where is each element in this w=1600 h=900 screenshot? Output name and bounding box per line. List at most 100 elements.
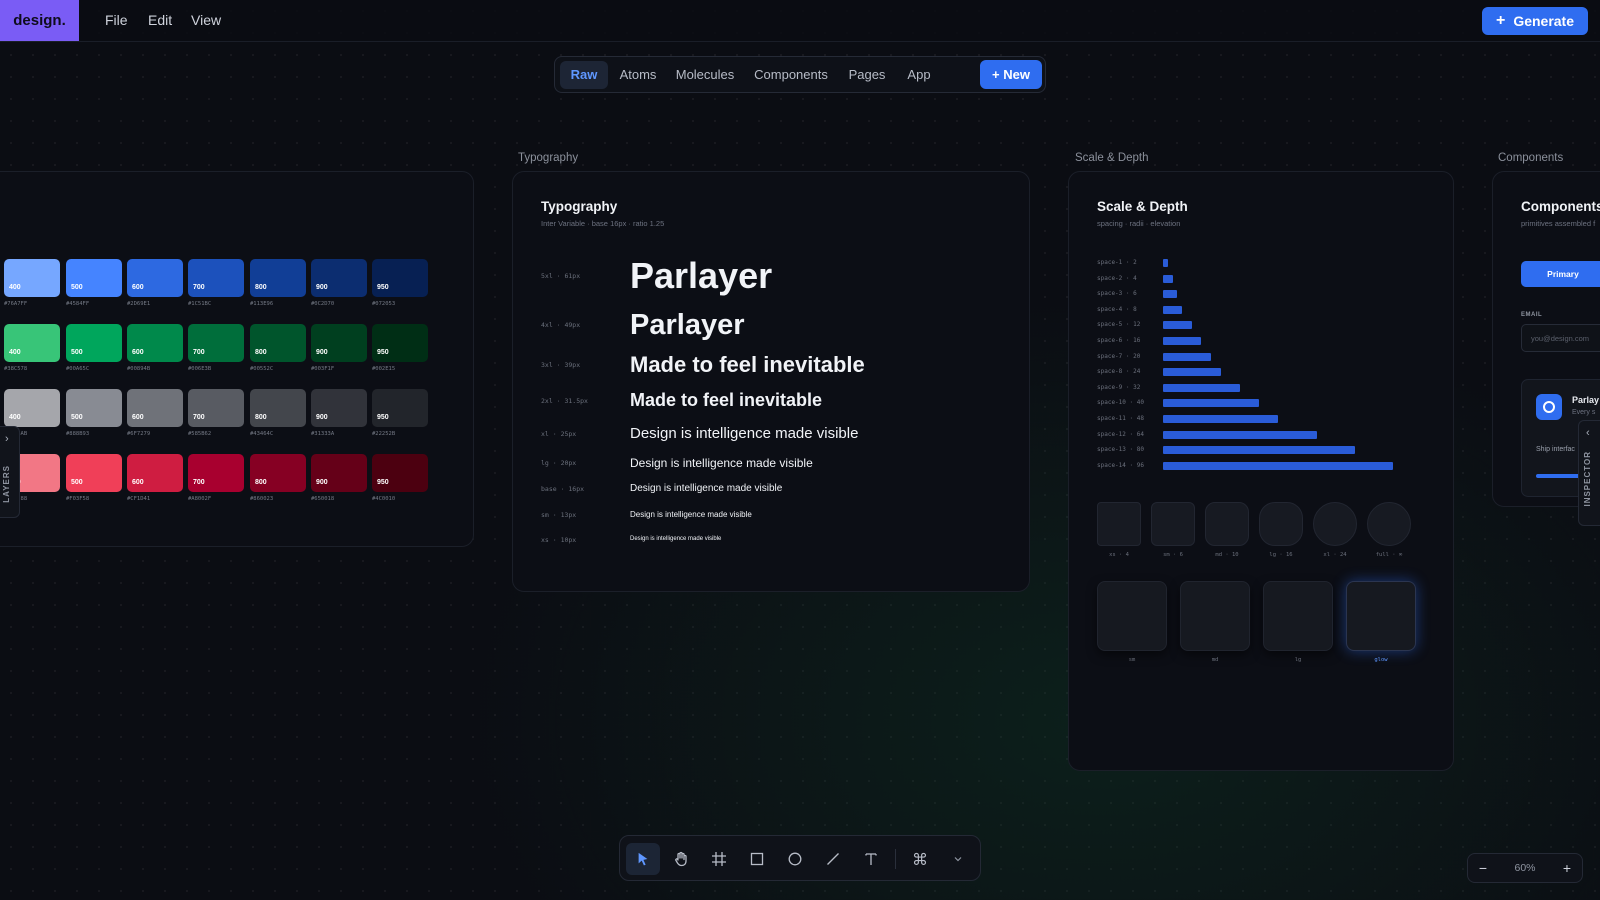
color-swatch[interactable]: 950 <box>372 454 428 492</box>
frame-label-scale[interactable]: Scale & Depth <box>1075 152 1149 164</box>
cursor-icon <box>638 852 648 866</box>
swatch-shade: 700 <box>193 284 205 291</box>
chevron-right-icon: › <box>5 433 9 445</box>
swatch-shade: 900 <box>316 284 328 291</box>
color-swatch[interactable]: 700 <box>188 454 244 492</box>
swatch-shade: 700 <box>193 414 205 421</box>
spacing-bar <box>1163 399 1259 407</box>
type-size-label: xs · 10px <box>541 536 577 544</box>
hand-icon <box>675 851 687 867</box>
scale-frame[interactable]: Scale & Depth spacing · radii · elevatio… <box>1068 171 1454 771</box>
color-swatch[interactable]: 800 <box>250 454 306 492</box>
radius-sample[interactable] <box>1205 502 1249 546</box>
swatch-hex: #002E15 <box>372 366 396 372</box>
generate-label: Generate <box>1513 13 1575 29</box>
zoom-out-button[interactable]: − <box>1468 854 1498 882</box>
tab-pages[interactable]: Pages <box>840 61 894 89</box>
tab-components[interactable]: Components <box>746 61 836 89</box>
elevation-sample[interactable] <box>1180 581 1250 651</box>
swatch-hex: #006E3B <box>188 366 212 372</box>
generate-button[interactable]: + Generate <box>1482 7 1588 35</box>
tab-raw[interactable]: Raw <box>560 61 608 89</box>
swatch-hex: #4584FF <box>66 301 90 307</box>
color-swatch[interactable]: 400 <box>4 259 60 297</box>
swatch-shade: 900 <box>316 414 328 421</box>
color-swatch[interactable]: 900 <box>311 389 367 427</box>
color-swatch[interactable]: 900 <box>311 259 367 297</box>
cursor-tool[interactable] <box>626 843 660 875</box>
color-swatch[interactable]: 600 <box>127 389 183 427</box>
swatch-hex: #650018 <box>311 496 335 502</box>
swatch-hex: #6F7279 <box>127 431 151 437</box>
elevation-sample[interactable] <box>1346 581 1416 651</box>
layers-panel-toggle[interactable]: › LAYERS <box>0 426 20 518</box>
app-logo[interactable]: design. <box>0 0 79 41</box>
email-input[interactable]: you@design.com <box>1521 324 1600 352</box>
rectangle-tool[interactable] <box>740 843 774 875</box>
radius-sample[interactable] <box>1097 502 1141 546</box>
swatch-shade: 600 <box>132 284 144 291</box>
typography-title: Typography <box>541 199 618 214</box>
type-sample: Design is intelligence made visible <box>630 425 859 442</box>
color-swatch[interactable]: 800 <box>250 324 306 362</box>
elevation-sample[interactable] <box>1263 581 1333 651</box>
type-sample: Made to feel inevitable <box>630 352 865 377</box>
color-swatch[interactable]: 800 <box>250 259 306 297</box>
color-swatch[interactable]: 900 <box>311 324 367 362</box>
spacing-label: space-5 · 12 <box>1097 321 1141 328</box>
primary-button[interactable]: Primary <box>1521 261 1600 287</box>
text-tool[interactable] <box>854 843 888 875</box>
color-swatch[interactable]: 700 <box>188 389 244 427</box>
color-swatch[interactable]: 600 <box>127 454 183 492</box>
radius-sample[interactable] <box>1313 502 1357 546</box>
colors-frame[interactable]: 400 #76A7FF 500 #4584FF 600 #2D69E1 700 #1C51BC… <box>0 171 474 547</box>
color-swatch[interactable]: 600 <box>127 324 183 362</box>
type-sample: Parlayer <box>630 309 745 341</box>
radius-sample[interactable] <box>1259 502 1303 546</box>
level-tabs: Raw Atoms Molecules Components Pages App… <box>554 56 1046 93</box>
ellipse-tool[interactable] <box>778 843 812 875</box>
color-swatch[interactable]: 700 <box>188 259 244 297</box>
color-swatch[interactable]: 900 <box>311 454 367 492</box>
zoom-control: − 60% + <box>1467 853 1583 883</box>
radius-sample[interactable] <box>1367 502 1411 546</box>
elevation-sample[interactable] <box>1097 581 1167 651</box>
type-size-label: 5xl · 61px <box>541 272 581 280</box>
color-swatch[interactable]: 800 <box>250 389 306 427</box>
email-placeholder: you@design.com <box>1531 334 1590 343</box>
menu-edit[interactable]: Edit <box>148 0 172 41</box>
hand-tool[interactable] <box>664 843 698 875</box>
color-swatch[interactable]: 500 <box>66 324 122 362</box>
zoom-in-button[interactable]: + <box>1552 854 1582 882</box>
tab-atoms[interactable]: Atoms <box>612 61 664 89</box>
color-swatch[interactable]: 700 <box>188 324 244 362</box>
inspector-panel-toggle[interactable]: ‹ INSPECTOR <box>1578 420 1600 526</box>
color-swatch[interactable]: 950 <box>372 324 428 362</box>
command-tool[interactable]: ⌘ <box>903 843 937 875</box>
type-sample: Design is intelligence made visible <box>630 483 783 494</box>
menu-file[interactable]: File <box>105 0 128 41</box>
color-swatch[interactable]: 500 <box>66 454 122 492</box>
color-swatch[interactable]: 400 <box>4 389 60 427</box>
rectangle-icon <box>750 852 764 866</box>
tab-app[interactable]: App <box>898 61 940 89</box>
line-tool[interactable] <box>816 843 850 875</box>
frame-label-typography[interactable]: Typography <box>518 152 578 164</box>
color-swatch[interactable]: 500 <box>66 389 122 427</box>
frame-tool[interactable] <box>702 843 736 875</box>
menu-view[interactable]: View <box>191 0 221 41</box>
more-tools-button[interactable] <box>941 843 975 875</box>
swatch-hex: #43464C <box>250 431 274 437</box>
swatch-shade: 400 <box>9 284 21 291</box>
color-swatch[interactable]: 950 <box>372 389 428 427</box>
new-button[interactable]: + New <box>980 60 1042 89</box>
color-swatch[interactable]: 400 <box>4 324 60 362</box>
color-swatch[interactable]: 600 <box>127 259 183 297</box>
radius-sample[interactable] <box>1151 502 1195 546</box>
color-swatch[interactable]: 500 <box>66 259 122 297</box>
command-icon: ⌘ <box>912 849 928 869</box>
frame-label-components[interactable]: Components <box>1498 152 1563 164</box>
typography-frame[interactable]: Typography Inter Variable · base 16px · … <box>512 171 1030 592</box>
color-swatch[interactable]: 950 <box>372 259 428 297</box>
tab-molecules[interactable]: Molecules <box>668 61 742 89</box>
